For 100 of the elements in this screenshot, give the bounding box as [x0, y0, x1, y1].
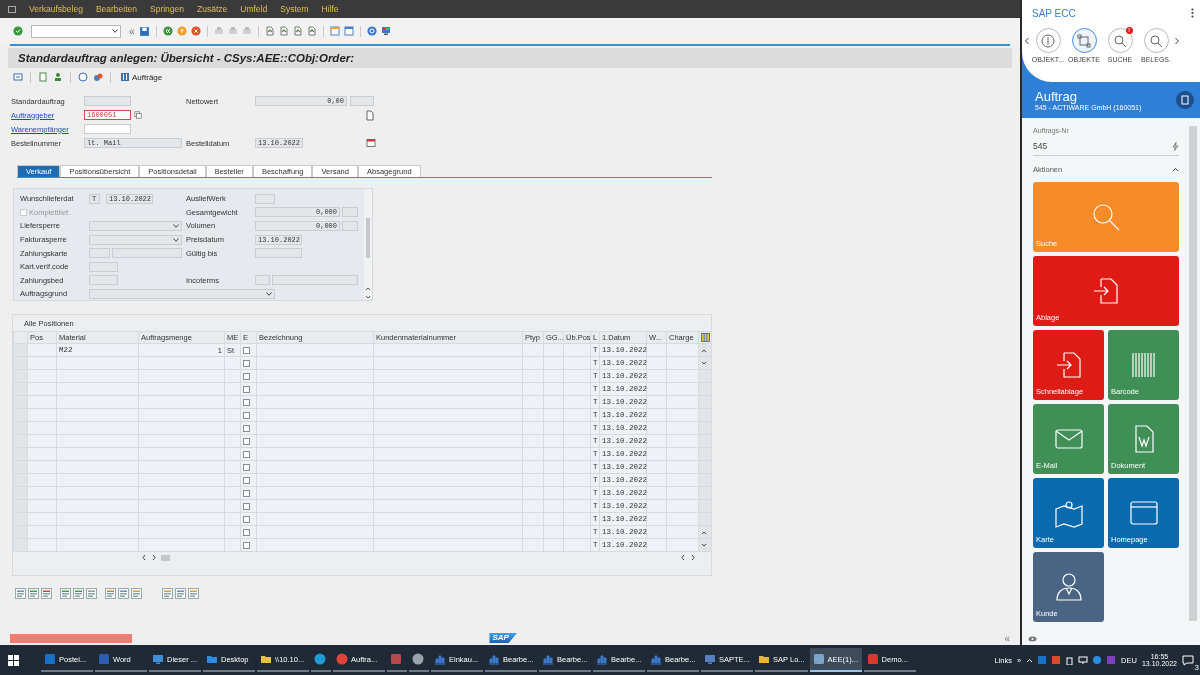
- dropdown-field[interactable]: [89, 234, 182, 245]
- window-icon[interactable]: [343, 26, 354, 36]
- computer-icon[interactable]: [152, 653, 164, 665]
- row-checkbox[interactable]: [243, 398, 250, 406]
- document-icon[interactable]: [365, 109, 375, 121]
- row-checkbox[interactable]: [243, 372, 250, 380]
- column-settings-icon[interactable]: [701, 333, 710, 342]
- scroll-right-icon[interactable]: [151, 554, 157, 561]
- scroll-thumb[interactable]: [161, 554, 170, 561]
- row-checkbox[interactable]: [243, 463, 250, 471]
- eye-icon[interactable]: [1028, 636, 1037, 642]
- windows-start-icon[interactable]: [8, 654, 19, 666]
- window-menu-icon[interactable]: [8, 5, 16, 13]
- scroll-down-icon[interactable]: [701, 360, 707, 366]
- dropdown-field[interactable]: [89, 221, 182, 231]
- menu-item[interactable]: Umfeld: [240, 4, 268, 14]
- row-checkbox[interactable]: [243, 385, 250, 393]
- command-field[interactable]: [31, 24, 121, 38]
- app-icon[interactable]: [314, 653, 326, 665]
- more-icon[interactable]: [1191, 8, 1194, 18]
- row-checkbox[interactable]: [243, 476, 250, 484]
- scroll-up-icon[interactable]: [701, 347, 707, 353]
- clipboard-icon: [1180, 95, 1190, 105]
- help-icon[interactable]: [366, 26, 377, 36]
- menu-item[interactable]: Verkaufsbeleg: [29, 4, 83, 14]
- menu-item[interactable]: Hilfe: [321, 4, 339, 14]
- row-checkbox[interactable]: [243, 346, 250, 354]
- currency-field: [350, 96, 374, 106]
- row-checkbox[interactable]: [243, 502, 250, 510]
- history-button[interactable]: «: [129, 25, 135, 37]
- order-number-field[interactable]: 545: [1033, 134, 1179, 156]
- chevron-right-icon[interactable]: [1174, 37, 1180, 45]
- menu-item[interactable]: Springen: [150, 4, 185, 14]
- notification-icon[interactable]: [1182, 654, 1194, 666]
- row-checkbox[interactable]: [243, 424, 250, 432]
- app-icon[interactable]: [98, 653, 110, 665]
- orders-button[interactable]: Aufträge: [118, 72, 165, 82]
- caret-icon: [173, 224, 179, 228]
- person-icon[interactable]: [53, 72, 63, 82]
- save-icon[interactable]: [138, 25, 150, 37]
- input-field[interactable]: [272, 275, 358, 286]
- grid-icon: [120, 72, 130, 82]
- readonly-field: [84, 96, 131, 106]
- input-field[interactable]: [89, 248, 110, 259]
- row-checkbox[interactable]: [243, 489, 250, 497]
- input-field[interactable]: [89, 261, 118, 272]
- row-checkbox[interactable]: [243, 528, 250, 536]
- app-icon[interactable]: [336, 653, 348, 665]
- folder-icon[interactable]: [206, 653, 218, 665]
- menu-item[interactable]: Bearbeiten: [95, 4, 137, 14]
- calendar-icon[interactable]: [366, 138, 376, 148]
- objects-icon: [1077, 33, 1091, 48]
- input-field[interactable]: [112, 248, 182, 259]
- chevron-left-icon[interactable]: [1024, 37, 1030, 45]
- monitor-icon[interactable]: [380, 26, 391, 36]
- unit-field: [342, 207, 358, 218]
- cancel-icon[interactable]: [190, 26, 201, 36]
- collapse-button[interactable]: «: [1004, 632, 1010, 644]
- input-field[interactable]: [89, 275, 118, 286]
- copy-icon[interactable]: [134, 111, 142, 119]
- row-checkbox[interactable]: [243, 411, 250, 419]
- caret-icon: [266, 291, 272, 296]
- document-icon[interactable]: [38, 72, 48, 82]
- input-field[interactable]: [84, 124, 131, 134]
- scroll-down-icon[interactable]: [701, 542, 707, 548]
- dropdown-field[interactable]: [89, 288, 275, 299]
- scroll-arrows-icon[interactable]: [365, 286, 371, 300]
- back-icon[interactable]: [162, 26, 173, 36]
- computer-icon[interactable]: [704, 653, 716, 665]
- record-action-button[interactable]: [1176, 91, 1194, 109]
- row-checkbox[interactable]: [243, 437, 250, 445]
- row-checkbox[interactable]: [243, 450, 250, 458]
- row-checkbox[interactable]: [243, 515, 250, 523]
- chevron-up-icon[interactable]: [1026, 657, 1034, 663]
- row-checkbox[interactable]: [243, 359, 250, 367]
- input-field[interactable]: [255, 275, 270, 286]
- input-field[interactable]: [255, 193, 275, 204]
- menu-item[interactable]: System: [280, 4, 309, 14]
- folder-icon[interactable]: [758, 653, 770, 665]
- menu-item[interactable]: Zusätze: [197, 4, 228, 14]
- search-icon: [1113, 33, 1127, 48]
- app-icon[interactable]: [390, 653, 402, 665]
- app-icon[interactable]: [866, 653, 879, 665]
- app-icon[interactable]: [812, 653, 825, 665]
- input-field[interactable]: [255, 248, 302, 259]
- window-icon[interactable]: [329, 26, 340, 36]
- network-icon[interactable]: [1078, 655, 1089, 665]
- scroll-right-icon[interactable]: [690, 554, 696, 561]
- scroll-left-icon[interactable]: [141, 554, 147, 561]
- app-icon[interactable]: [44, 653, 56, 665]
- chevron-icon[interactable]: [1172, 167, 1179, 172]
- app-icon[interactable]: [412, 653, 424, 665]
- exit-icon[interactable]: [176, 26, 187, 36]
- scroll-up-icon[interactable]: [701, 529, 707, 535]
- caret-icon: [173, 237, 179, 242]
- folder-icon[interactable]: [260, 653, 272, 665]
- scroll-left-icon[interactable]: [680, 554, 686, 561]
- enter-icon[interactable]: [13, 26, 23, 36]
- row-checkbox[interactable]: [243, 541, 250, 549]
- info-icon: [1041, 33, 1055, 48]
